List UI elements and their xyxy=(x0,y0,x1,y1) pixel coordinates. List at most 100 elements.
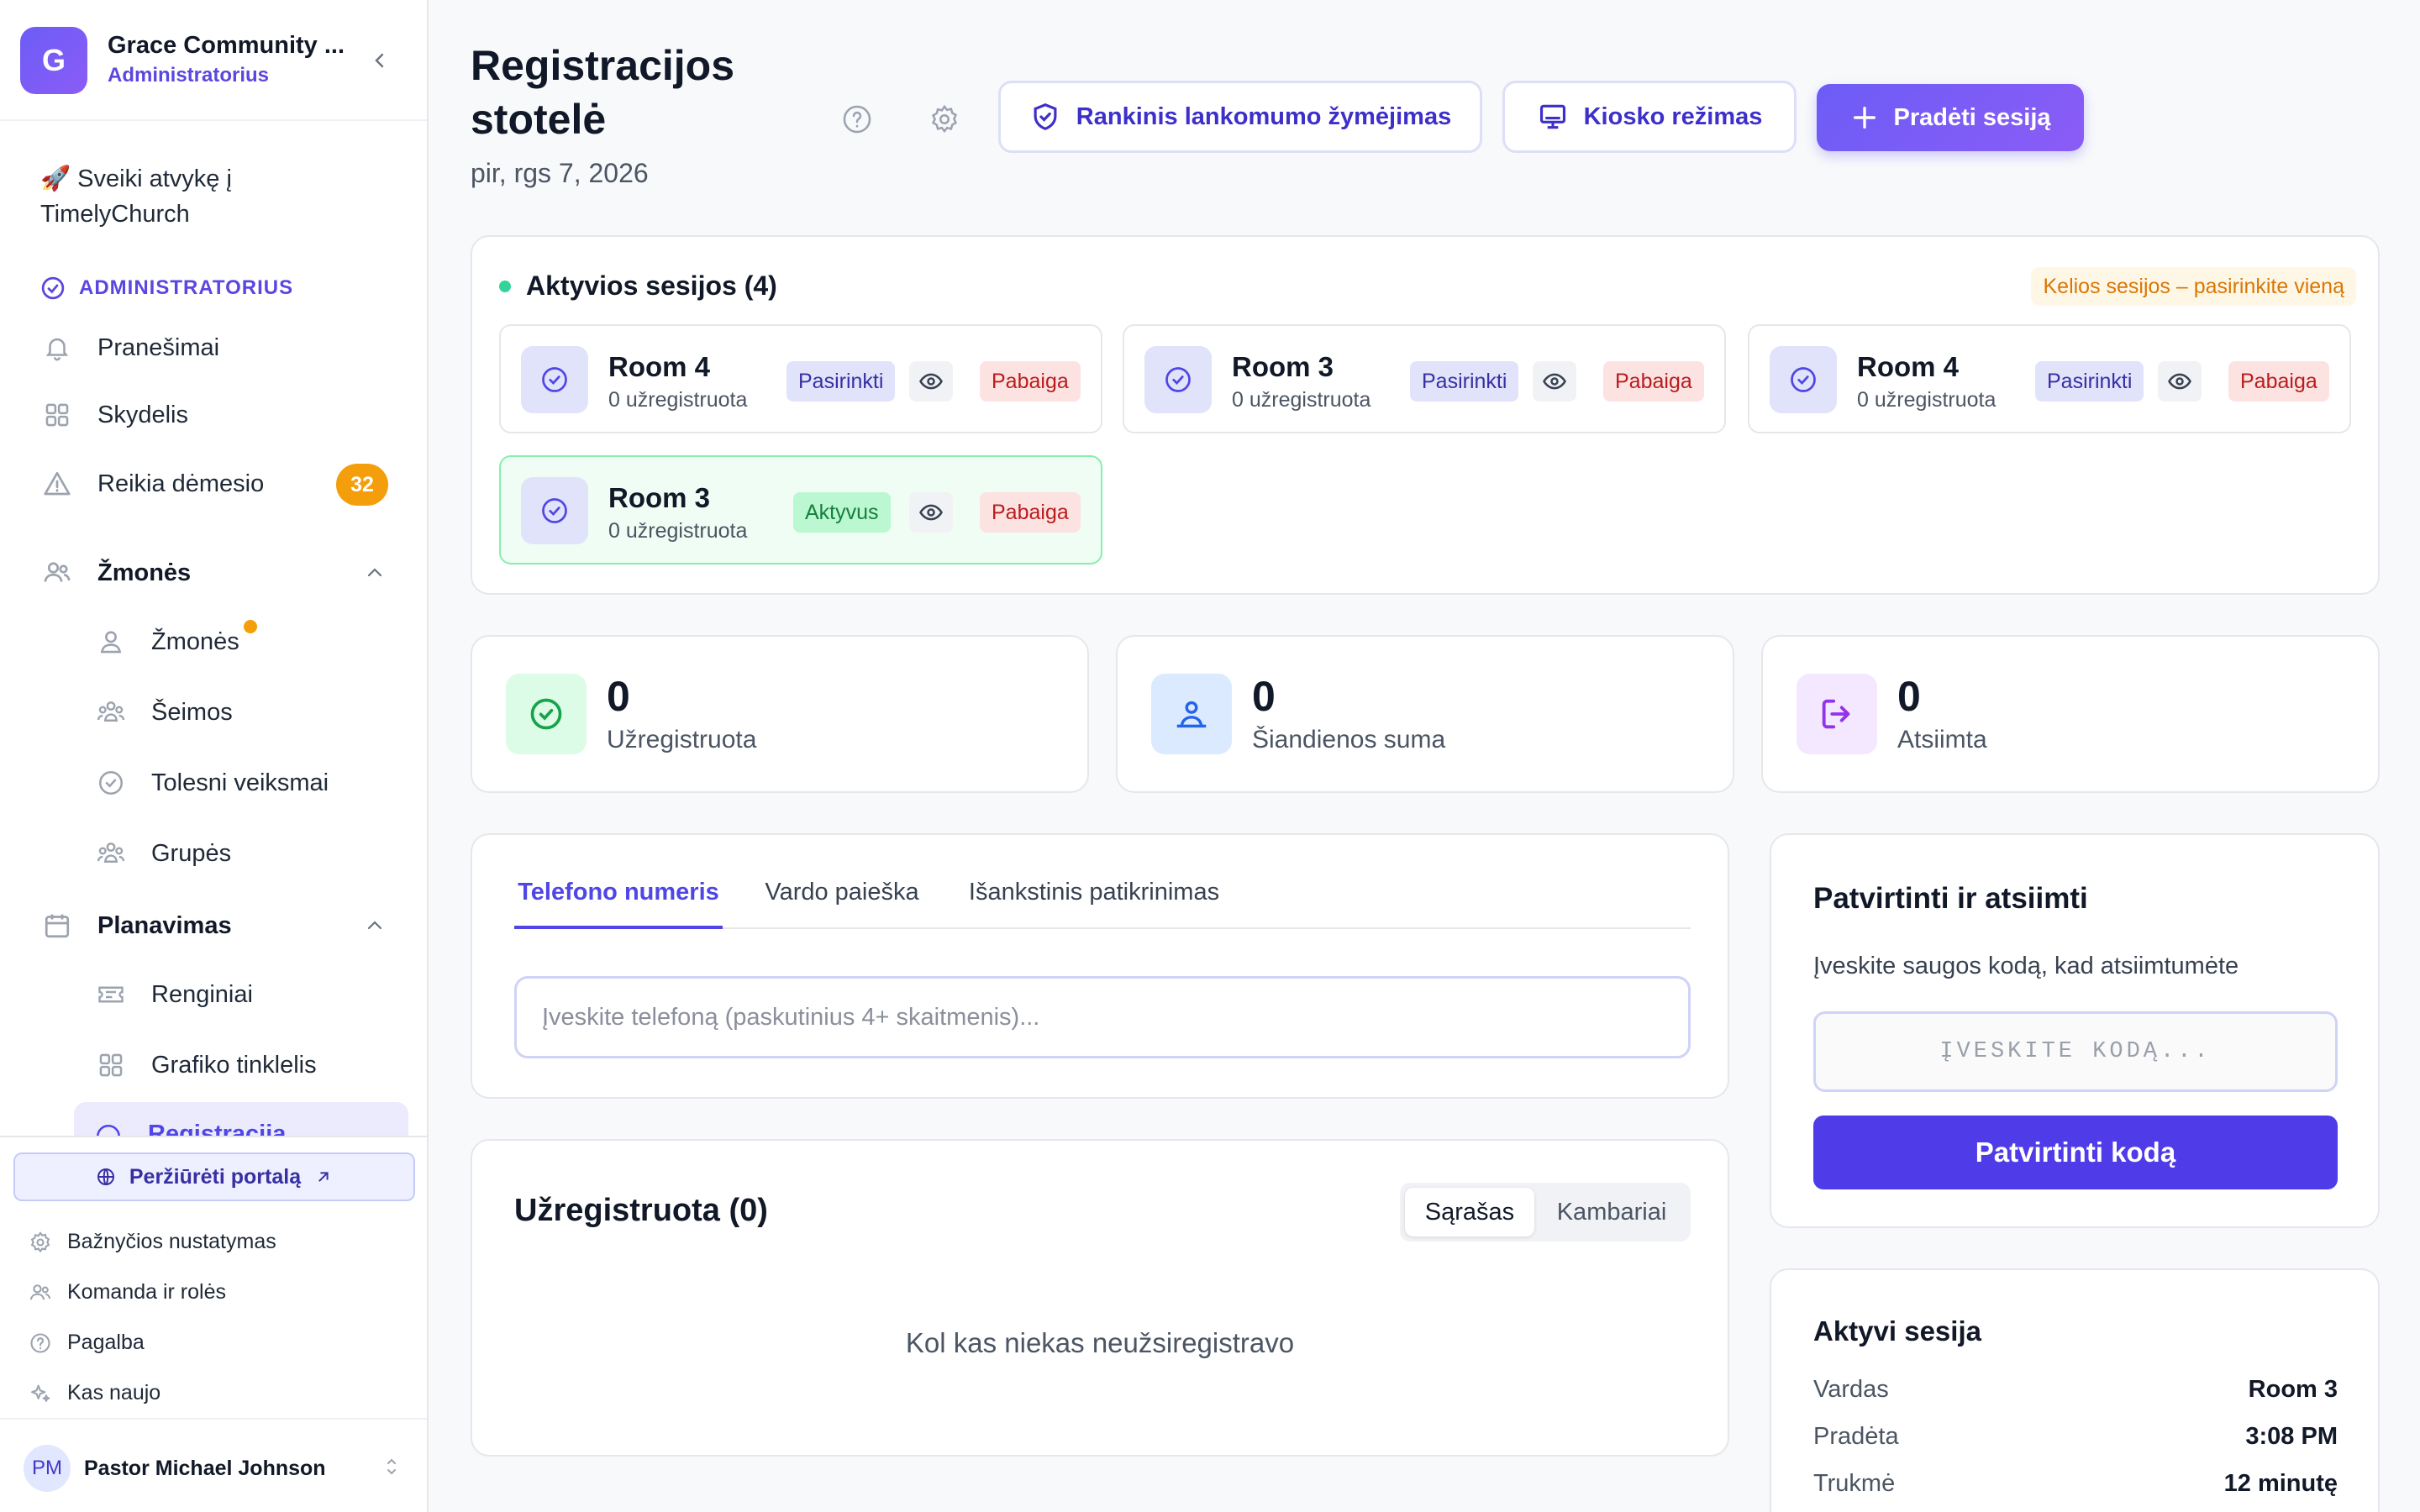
eye-icon[interactable] xyxy=(1533,361,1576,402)
session-card-active[interactable]: Room 3 0 užregistruota Aktyvus Pabaiga xyxy=(499,455,1102,564)
sidebar-item-events[interactable]: Renginiai xyxy=(94,969,253,1020)
security-code-input[interactable] xyxy=(1813,1011,2338,1092)
end-session-button[interactable]: Pabaiga xyxy=(2228,361,2329,402)
select-session-button[interactable]: Pasirinkti xyxy=(786,361,896,402)
user-group-icon xyxy=(1151,674,1232,754)
church-settings-link[interactable]: Bažnyčios nustatymas xyxy=(29,1230,276,1254)
whats-new-label: Kas naujo xyxy=(67,1381,161,1404)
session-count: 0 užregistruota xyxy=(608,388,748,412)
manual-attendance-label: Rankinis lankomumo žymėjimas xyxy=(1076,102,1452,130)
collapse-sidebar-icon[interactable] xyxy=(365,45,395,76)
check-circle-icon xyxy=(1770,346,1837,413)
church-settings-label: Bažnyčios nustatymas xyxy=(67,1230,276,1253)
page-date: pir, rgs 7, 2026 xyxy=(471,158,649,188)
registered-panel: Užregistruota (0) Sąrašas Kambariai Kol … xyxy=(471,1139,1729,1457)
user-icon xyxy=(94,625,128,659)
check-circle-icon xyxy=(1144,346,1212,413)
users-icon xyxy=(29,1284,51,1299)
stat-label: Šiandienos suma xyxy=(1252,726,1446,753)
monitor-icon xyxy=(1539,104,1565,129)
select-session-button[interactable]: Pasirinkti xyxy=(1410,361,1519,402)
check-in-search-panel: Telefono numeris Vardo paieška Išankstin… xyxy=(471,833,1729,1099)
end-session-button[interactable]: Pabaiga xyxy=(980,492,1081,533)
stat-label: Atsiimta xyxy=(1897,726,1987,753)
check-circle-icon xyxy=(521,346,588,413)
grid-icon xyxy=(40,398,74,432)
sidebar: G Grace Community ... Administratorius 🚀… xyxy=(0,0,429,1512)
shield-check-icon xyxy=(1034,103,1057,130)
help-circle-icon[interactable] xyxy=(839,101,876,138)
group-icon xyxy=(94,837,128,870)
whats-new-link[interactable]: Kas naujo xyxy=(29,1381,160,1405)
kiosk-mode-button[interactable]: Kiosko režimas xyxy=(1502,81,1797,153)
session-count: 0 užregistruota xyxy=(1857,388,1996,412)
tab-precheck[interactable]: Išankstinis patikrinimas xyxy=(951,879,1237,929)
phone-input[interactable] xyxy=(514,976,1691,1058)
sidebar-item-label: Grupės xyxy=(151,839,232,867)
warning-icon xyxy=(40,467,74,501)
help-link[interactable]: Pagalba xyxy=(29,1331,145,1355)
eye-icon[interactable] xyxy=(2158,361,2202,402)
eye-icon[interactable] xyxy=(909,492,953,533)
sidebar-item-label: Skydelis xyxy=(97,401,188,428)
sidebar-item-label: Renginiai xyxy=(151,980,253,1008)
info-row: Pradėta 3:08 PM xyxy=(1813,1423,2338,1451)
bell-icon xyxy=(40,331,74,365)
view-portal-button[interactable]: Peržiūrėti portalą xyxy=(13,1152,415,1201)
start-session-button[interactable]: Pradėti sesiją xyxy=(1817,84,2084,151)
session-card[interactable]: Room 4 0 užregistruota Pasirinkti Pabaig… xyxy=(499,324,1102,433)
sidebar-item-label: Šeimos xyxy=(151,698,233,726)
manual-attendance-button[interactable]: Rankinis lankomumo žymėjimas xyxy=(998,81,1482,153)
view-toggle: Sąrašas Kambariai xyxy=(1400,1183,1691,1242)
verify-pickup-panel: Patvirtinti ir atsiimti Įveskite saugos … xyxy=(1770,833,2380,1228)
eye-icon[interactable] xyxy=(909,361,953,402)
notification-dot xyxy=(244,620,257,633)
chevron-up-icon[interactable] xyxy=(360,558,390,588)
info-value: Room 3 xyxy=(2248,1376,2338,1403)
sidebar-group-people[interactable]: Žmonės xyxy=(40,548,191,598)
active-session-info: Aktyvi sesija Vardas Room 3 Pradėta 3:08… xyxy=(1770,1268,2380,1512)
attention-count-badge: 32 xyxy=(336,464,388,506)
chevron-up-icon[interactable] xyxy=(360,911,390,941)
session-card[interactable]: Room 4 0 užregistruota Pasirinkti Pabaig… xyxy=(1748,324,2351,433)
stat-value: 0 xyxy=(1897,673,1921,720)
stat-value: 0 xyxy=(607,673,630,720)
end-session-button[interactable]: Pabaiga xyxy=(980,361,1081,402)
grid-icon xyxy=(94,1048,128,1082)
org-header[interactable]: G Grace Community ... Administratorius xyxy=(0,0,427,121)
sidebar-item-notifications[interactable]: Pranešimai xyxy=(40,323,219,373)
sidebar-footer: Peržiūrėti portalą Bažnyčios nustatymas … xyxy=(0,1136,427,1512)
verify-code-button[interactable]: Patvirtinti kodą xyxy=(1813,1116,2338,1189)
sidebar-item-dashboard[interactable]: Skydelis xyxy=(40,390,188,440)
kiosk-mode-label: Kiosko režimas xyxy=(1583,102,1763,130)
view-list-button[interactable]: Sąrašas xyxy=(1405,1188,1534,1236)
multiple-sessions-note: Kelios sesijos – pasirinkite vieną xyxy=(2031,267,2356,306)
gear-icon[interactable] xyxy=(926,101,963,138)
end-session-button[interactable]: Pabaiga xyxy=(1603,361,1704,402)
sidebar-item-people[interactable]: Žmonės xyxy=(94,617,239,667)
team-roles-link[interactable]: Komanda ir rolės xyxy=(29,1280,226,1305)
session-count: 0 užregistruota xyxy=(1232,388,1371,412)
tab-phone[interactable]: Telefono numeris xyxy=(514,879,723,929)
stat-checked-in: 0 Užregistruota xyxy=(471,635,1089,793)
info-key: Vardas xyxy=(1813,1376,1889,1403)
sidebar-item-attention[interactable]: Reikia dėmesio xyxy=(40,459,264,509)
select-session-button[interactable]: Pasirinkti xyxy=(2035,361,2144,402)
user-menu[interactable]: PM Pastor Michael Johnson xyxy=(0,1418,427,1512)
sidebar-item-groups[interactable]: Grupės xyxy=(94,828,231,879)
section-admin: ADMINISTRATORIUS xyxy=(40,276,293,301)
sidebar-group-planning[interactable]: Planavimas xyxy=(40,900,232,951)
welcome-text: 🚀 Sveiki atvykę į TimelyChurch xyxy=(40,165,232,228)
tab-name-search[interactable]: Vardo paieška xyxy=(758,879,926,929)
help-circle-icon xyxy=(30,1332,50,1353)
session-name: Room 4 xyxy=(608,351,711,382)
active-sessions-heading: Aktyvios sesijos (4) xyxy=(526,270,777,301)
logout-icon xyxy=(1797,674,1877,754)
active-sessions-title: Aktyvios sesijos (4) xyxy=(499,270,777,302)
sidebar-item-families[interactable]: Šeimos xyxy=(94,687,233,738)
empty-state-message: Kol kas niekas neužsiregistravo xyxy=(905,1327,1295,1358)
sidebar-item-followups[interactable]: Tolesni veiksmai xyxy=(94,758,329,808)
view-rooms-button[interactable]: Kambariai xyxy=(1538,1188,1686,1236)
session-card[interactable]: Room 3 0 užregistruota Pasirinkti Pabaig… xyxy=(1123,324,1726,433)
sidebar-item-schedule-grid[interactable]: Grafiko tinklelis xyxy=(94,1040,317,1090)
